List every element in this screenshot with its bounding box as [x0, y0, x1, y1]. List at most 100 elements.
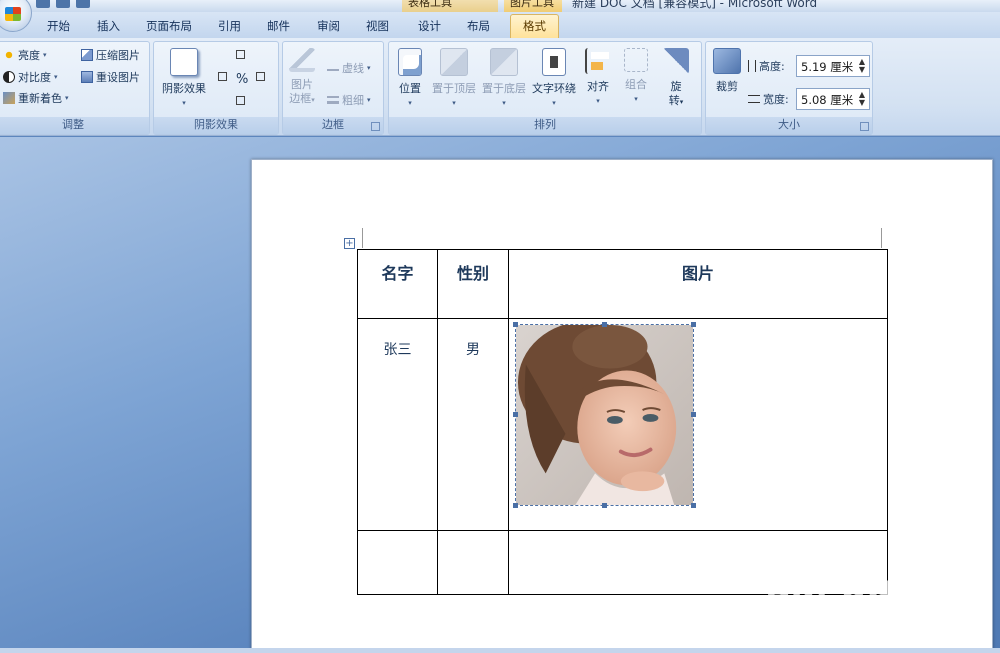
- nudge-left-icon: [218, 72, 227, 81]
- width-value: 5.08 厘米: [801, 93, 854, 107]
- save-icon[interactable]: [36, 0, 50, 8]
- window-title: 新建 DOC 文档 [兼容模式] - Microsoft Word: [572, 0, 818, 10]
- nudge-up-icon: [236, 50, 245, 59]
- group-shadow: 阴影效果 ▾ % 阴影效果: [153, 41, 279, 135]
- office-logo-icon: [5, 7, 21, 21]
- tab-format[interactable]: 格式: [510, 14, 559, 38]
- undo-icon[interactable]: [56, 0, 70, 8]
- nudge-shadow-left-button[interactable]: [218, 72, 227, 81]
- align-button[interactable]: 对齐 ▾: [581, 48, 615, 108]
- quick-access-toolbar: [36, 0, 90, 8]
- tab-insert[interactable]: 插入: [97, 18, 120, 34]
- resize-handle[interactable]: [513, 412, 518, 417]
- group-objects-button[interactable]: 组合 ▾: [619, 48, 653, 106]
- brightness-button[interactable]: 亮度 ▾: [3, 47, 47, 63]
- height-icon: [748, 60, 756, 72]
- tab-page-layout[interactable]: 页面布局: [146, 18, 192, 34]
- contrast-button[interactable]: 对比度 ▾: [3, 69, 58, 85]
- dashes-label: 虚线: [342, 62, 364, 75]
- height-value: 5.19 厘米: [801, 60, 854, 74]
- nudge-shadow-up-button[interactable]: [236, 50, 245, 59]
- picture-frame[interactable]: [513, 321, 696, 508]
- width-icon: [748, 95, 760, 103]
- rotate-button[interactable]: 旋 转▾: [661, 48, 691, 109]
- tab-view[interactable]: 视图: [366, 18, 389, 34]
- resize-handle[interactable]: [602, 322, 607, 327]
- resize-handle[interactable]: [513, 322, 518, 327]
- watermark-brand: Bai du 经验: [765, 568, 975, 608]
- sun-icon: [3, 49, 15, 61]
- dashes-button[interactable]: 虚线 ▾: [327, 60, 371, 76]
- header-cell-name[interactable]: 名字: [357, 249, 438, 319]
- recolor-label: 重新着色: [18, 92, 62, 105]
- nudge-shadow-down-button[interactable]: [236, 96, 245, 105]
- title-bar: 表格工具 图片工具 新建 DOC 文档 [兼容模式] - Microsoft W…: [0, 0, 1000, 12]
- tab-mailings[interactable]: 邮件: [267, 18, 290, 34]
- compress-label: 压缩图片: [96, 49, 140, 62]
- table-cell[interactable]: [437, 530, 509, 595]
- tab-home[interactable]: 开始: [47, 18, 70, 34]
- shadow-on-off-button[interactable]: %: [236, 72, 248, 87]
- table-cell[interactable]: [357, 530, 438, 595]
- weight-button[interactable]: 粗细 ▾: [327, 92, 371, 108]
- header-cell-picture[interactable]: 图片: [508, 249, 888, 319]
- position-label: 位置: [399, 82, 421, 95]
- table-row: 张三 男: [357, 318, 888, 531]
- width-input[interactable]: 5.08 厘米 ▲ ▼: [796, 88, 870, 110]
- recolor-button[interactable]: 重新着色 ▾: [3, 90, 69, 106]
- compress-pictures-button[interactable]: 压缩图片: [81, 47, 140, 63]
- crop-button[interactable]: 裁剪: [710, 48, 744, 94]
- height-spinner-icon[interactable]: ▲ ▼: [859, 58, 865, 74]
- group-objects-icon: [624, 48, 648, 72]
- text-wrap-label: 文字环绕: [532, 82, 576, 95]
- border-dialog-launcher[interactable]: [371, 122, 380, 131]
- shadow-effects-label: 阴影效果: [162, 82, 206, 95]
- position-button[interactable]: 位置 ▾: [393, 48, 427, 110]
- margin-mark-right: [881, 228, 882, 248]
- group-label-size: 大小: [706, 117, 872, 134]
- tab-design[interactable]: 设计: [418, 18, 441, 34]
- crop-label: 裁剪: [716, 80, 738, 93]
- table-cell-picture[interactable]: [508, 318, 888, 531]
- document-table: 名字 性别 图片 张三 男: [357, 249, 888, 595]
- margin-mark-left: [362, 228, 363, 248]
- brightness-label: 亮度: [18, 49, 40, 62]
- tab-layout[interactable]: 布局: [467, 18, 490, 34]
- height-input[interactable]: 5.19 厘米 ▲ ▼: [796, 55, 870, 77]
- weight-label: 粗细: [342, 94, 364, 107]
- group-arrange: 位置 ▾ 置于顶层 ▾ 置于底层 ▾ 文字环绕 ▾ 对齐 ▾ 组合 ▾ 旋 转▾…: [388, 41, 702, 135]
- table-cell[interactable]: 张三: [357, 318, 438, 531]
- shadow-effects-button[interactable]: 阴影效果 ▾: [158, 48, 210, 110]
- resize-handle[interactable]: [691, 322, 696, 327]
- send-to-back-button[interactable]: 置于底层 ▾: [479, 48, 529, 110]
- header-cell-gender[interactable]: 性别: [437, 249, 509, 319]
- group-label-adjust: 调整: [0, 117, 149, 134]
- width-label: 宽度:: [763, 93, 789, 106]
- table-move-handle-icon[interactable]: +: [344, 238, 355, 249]
- group-label-border: 边框: [283, 117, 383, 134]
- nudge-right-icon: [256, 72, 265, 81]
- reset-picture-button[interactable]: 重设图片: [81, 69, 140, 85]
- bring-to-front-button[interactable]: 置于顶层 ▾: [429, 48, 479, 110]
- redo-icon[interactable]: [76, 0, 90, 8]
- bring-to-front-icon: [440, 48, 468, 76]
- size-dialog-launcher[interactable]: [860, 122, 869, 131]
- table-header-row: 名字 性别 图片: [357, 249, 888, 319]
- tab-review[interactable]: 审阅: [317, 18, 340, 34]
- nudge-shadow-right-button[interactable]: [256, 72, 265, 81]
- width-spinner-icon[interactable]: ▲ ▼: [859, 91, 865, 107]
- portrait-photo[interactable]: [515, 321, 694, 506]
- ribbon-tabs: 开始 插入 页面布局 引用 邮件 审阅 视图 设计 布局 格式: [0, 12, 1000, 38]
- pencil-icon: [289, 48, 315, 72]
- resize-handle[interactable]: [691, 503, 696, 508]
- text-wrapping-button[interactable]: 文字环绕 ▾: [529, 48, 579, 110]
- crop-icon: [713, 48, 741, 74]
- resize-handle[interactable]: [602, 503, 607, 508]
- picture-border-button[interactable]: 图片 边框▾: [285, 48, 319, 107]
- table-cell[interactable]: 男: [437, 318, 509, 531]
- tab-references[interactable]: 引用: [218, 18, 241, 34]
- resize-handle[interactable]: [513, 503, 518, 508]
- resize-handle[interactable]: [691, 412, 696, 417]
- contrast-icon: [3, 71, 15, 83]
- recolor-icon: [3, 92, 15, 104]
